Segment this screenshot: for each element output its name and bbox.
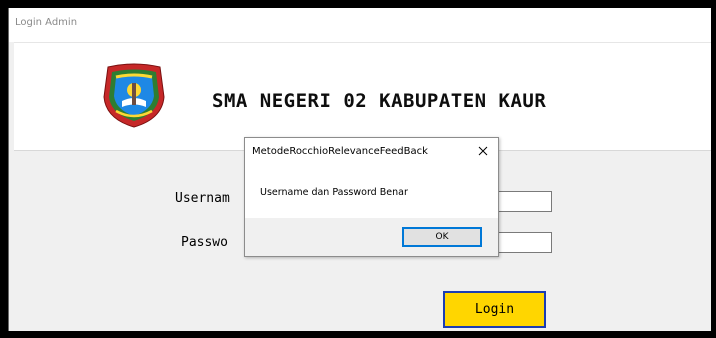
close-icon[interactable] <box>474 142 492 160</box>
window-title: Login Admin <box>15 17 78 28</box>
school-name-heading: SMA NEGERI 02 KABUPATEN KAUR <box>212 90 547 112</box>
dialog-title: MetodeRocchioRelevanceFeedBack <box>252 146 428 157</box>
dialog-message: Username dan Password Benar <box>260 187 408 198</box>
password-label: Passwo <box>181 235 228 250</box>
header-panel: SMA NEGERI 02 KABUPATEN KAUR <box>14 42 711 151</box>
username-label: Usernam <box>175 191 230 206</box>
school-crest-icon <box>103 63 165 128</box>
dialog-footer: OK <box>245 218 498 256</box>
message-dialog: MetodeRocchioRelevanceFeedBack Username … <box>244 137 499 257</box>
title-bar: Login Admin <box>9 8 711 42</box>
login-button[interactable]: Login <box>443 291 546 328</box>
password-input[interactable] <box>498 232 552 253</box>
ok-button[interactable]: OK <box>402 227 482 247</box>
username-input[interactable] <box>498 191 552 212</box>
